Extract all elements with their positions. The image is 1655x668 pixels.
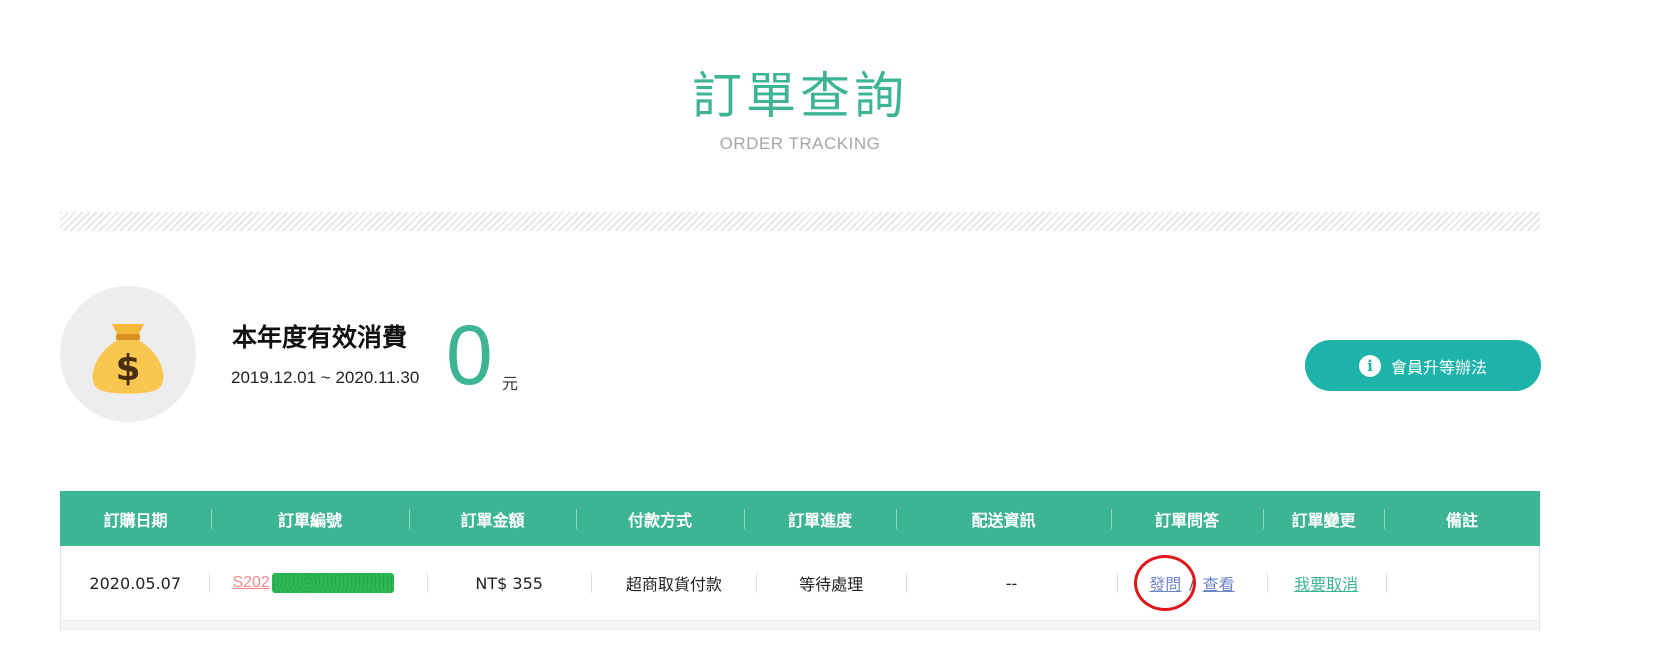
page-subtitle: ORDER TRACKING [719,134,881,153]
spending-unit: 元 [502,374,519,393]
decorative-divider [60,212,1540,231]
view-questions-link[interactable]: 查看 [1203,571,1235,595]
spending-amount: 0 [446,308,493,402]
order-remarks [1385,546,1539,620]
header-order-qa: 訂單問答 [1111,491,1263,546]
header-shipping-info: 配送資訊 [896,491,1111,546]
order-table: 訂購日期 訂單編號 訂單金額 付款方式 訂單進度 配送資訊 訂單問答 訂單變更 … [60,491,1540,631]
header-payment-method: 付款方式 [576,491,744,546]
spending-badge: $ [60,286,196,422]
header-order-status: 訂單進度 [744,491,896,546]
annual-spending-label: 本年度有效消費 [232,323,408,352]
order-status: 等待處理 [756,546,905,620]
order-number-cell: S202 [209,546,427,620]
header-order-number: 訂單編號 [211,491,409,546]
membership-upgrade-button[interactable]: i 會員升等辦法 [1305,340,1541,391]
payment-method: 超商取貨付款 [591,546,756,620]
order-qa-cell: 發問 / 查看 [1117,546,1266,620]
table-row: 2020.05.07 S202 NT$ 355 超商取貨付款 等待處理 -- 發… [61,546,1539,620]
table-next-row-edge [60,620,1540,631]
header-order-amount: 訂單金額 [409,491,576,546]
header-order-change: 訂單變更 [1263,491,1384,546]
svg-text:$: $ [115,348,140,389]
table-header: 訂購日期 訂單編號 訂單金額 付款方式 訂單進度 配送資訊 訂單問答 訂單變更 … [60,491,1540,546]
header-remarks: 備註 [1384,491,1540,546]
table-body: 2020.05.07 S202 NT$ 355 超商取貨付款 等待處理 -- 發… [60,546,1540,620]
info-icon: i [1358,354,1381,377]
spending-period: 2019.12.01 ~ 2020.11.30 [231,368,420,387]
order-date: 2020.05.07 [89,573,182,593]
annotation-circle [1134,555,1197,611]
order-amount: NT$ 355 [427,546,591,620]
header-order-date: 訂購日期 [103,510,168,530]
money-bag-icon: $ [92,324,164,394]
order-number-link[interactable]: S202 [232,574,269,592]
ask-question-wrapper: 發問 [1134,555,1197,611]
order-change-cell: 我要取消 [1266,546,1386,620]
page-title: 訂單查詢 [692,67,908,125]
membership-upgrade-label: 會員升等辦法 [1390,357,1487,377]
cancel-order-link[interactable]: 我要取消 [1294,571,1358,595]
shipping-info: -- [905,546,1117,620]
redaction-scribble [271,573,394,593]
